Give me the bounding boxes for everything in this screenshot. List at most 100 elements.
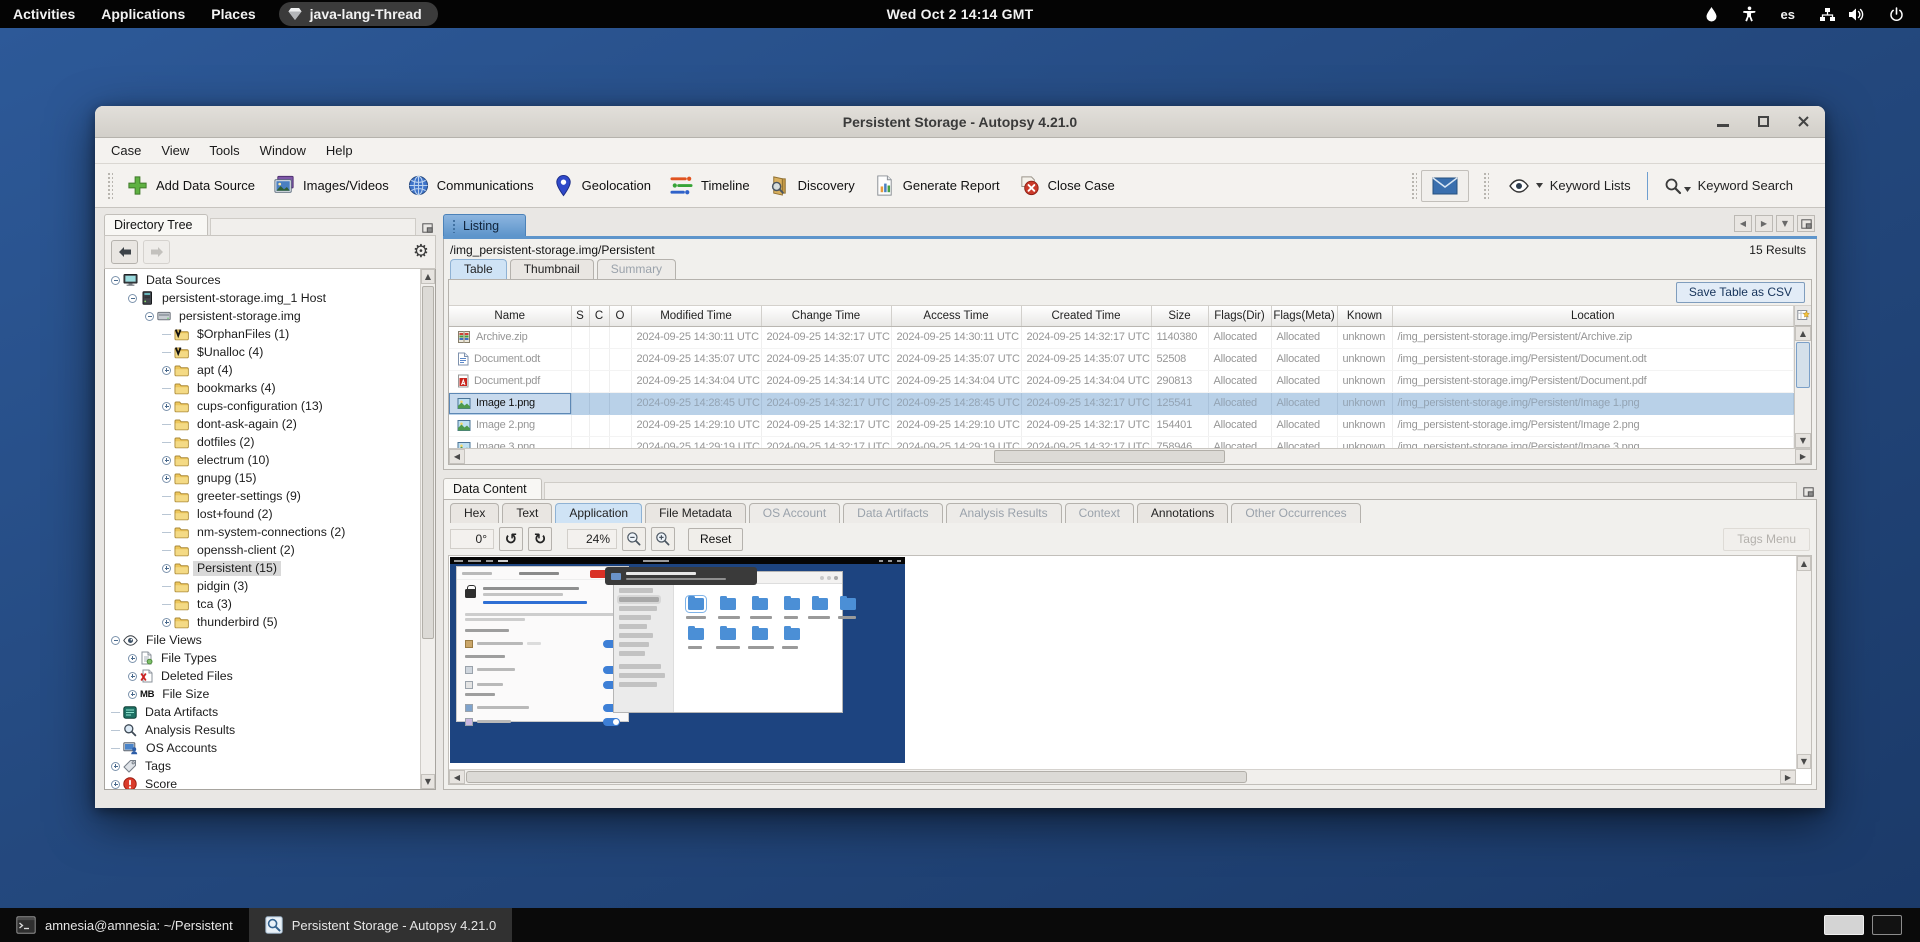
table-row-image-1-png[interactable]: Image 1.png2024-09-25 14:28:45 UTC2024-0… (449, 392, 1794, 414)
table-row-document-pdf[interactable]: Document.pdf2024-09-25 14:34:04 UTC2024-… (449, 370, 1794, 392)
toolbar-grip-2[interactable] (1411, 172, 1417, 200)
table-row-image-3-png[interactable]: Image 3.png2024-09-25 14:29:19 UTC2024-0… (449, 436, 1794, 448)
zoom-field[interactable]: 24% (567, 529, 617, 549)
toolbar-timeline-button[interactable]: Timeline (660, 169, 759, 202)
expand-handle-icon[interactable] (162, 366, 171, 375)
column-header-size[interactable]: Size (1151, 306, 1208, 326)
minimize-panel-icon[interactable] (422, 223, 433, 233)
tree-item-pidgin-3[interactable]: pidgin (3) (105, 577, 420, 595)
workspace-2[interactable] (1872, 915, 1902, 935)
content-tab-file-metadata[interactable]: File Metadata (645, 503, 746, 523)
view-tab-summary[interactable]: Summary (597, 259, 676, 279)
collapse-handle-icon[interactable] (128, 294, 137, 303)
tree-item-os-accounts[interactable]: OS Accounts (105, 739, 420, 757)
tree-item-unalloc-4[interactable]: $Unalloc (4) (105, 343, 420, 361)
tree-scrollbar[interactable]: ▲ ▼ (420, 269, 435, 789)
tab-scroll-right-button[interactable]: ▶ (1755, 215, 1773, 232)
toolbar-images-videos-button[interactable]: Images/Videos (264, 169, 398, 202)
scroll-down-icon[interactable]: ▼ (421, 774, 435, 789)
table-horizontal-scrollbar[interactable]: ◀ ▶ (449, 448, 1811, 464)
workspace-1[interactable] (1824, 915, 1864, 935)
maximize-button[interactable] (1755, 114, 1771, 130)
close-button[interactable] (1795, 114, 1811, 130)
tree-item-tags[interactable]: Tags (105, 757, 420, 775)
content-tab-other-occurrences[interactable]: Other Occurrences (1231, 503, 1360, 523)
column-header-access-time[interactable]: Access Time (891, 306, 1021, 326)
scroll-right-icon[interactable]: ▶ (1795, 449, 1811, 464)
table-vertical-scrollbar[interactable]: ▲ ▼ (1794, 306, 1811, 448)
scroll-down-icon[interactable]: ▼ (1795, 433, 1811, 448)
gear-icon[interactable]: ⚙ (413, 243, 429, 261)
tree-item-gnupg-15[interactable]: gnupg (15) (105, 469, 420, 487)
tags-menu-button[interactable]: Tags Menu (1723, 528, 1810, 551)
tree-item-bookmarks-4[interactable]: bookmarks (4) (105, 379, 420, 397)
tree-item-persistent-storage-img-1-host[interactable]: persistent-storage.img_1 Host (105, 289, 420, 307)
toolbar-geolocation-button[interactable]: Geolocation (543, 169, 660, 202)
collapse-handle-icon[interactable] (145, 312, 154, 321)
rotation-field[interactable]: 0° (450, 529, 494, 549)
content-tab-analysis-results[interactable]: Analysis Results (946, 503, 1062, 523)
rotate-left-button[interactable]: ↺ (499, 527, 523, 551)
content-tab-text[interactable]: Text (502, 503, 552, 523)
column-header-created-time[interactable]: Created Time (1021, 306, 1151, 326)
expand-handle-icon[interactable] (128, 690, 137, 699)
column-header-flags-dir[interactable]: Flags(Dir) (1208, 306, 1271, 326)
clock[interactable]: Wed Oct 2 14:14 GMT (887, 6, 1034, 22)
tree-item-orphanfiles-1[interactable]: $OrphanFiles (1) (105, 325, 420, 343)
expand-handle-icon[interactable] (162, 456, 171, 465)
expand-handle-icon[interactable] (162, 564, 171, 573)
topbar-menu-activities[interactable]: Activities (0, 0, 88, 28)
expand-handle-icon[interactable] (128, 672, 137, 681)
tree-item-deleted-files[interactable]: Deleted Files (105, 667, 420, 685)
menu-window[interactable]: Window (250, 139, 316, 162)
accessibility-icon[interactable] (1742, 6, 1757, 22)
tree-item-apt-4[interactable]: apt (4) (105, 361, 420, 379)
toolbar-discovery-button[interactable]: Discovery (759, 169, 864, 202)
tree-item-tca-3[interactable]: tca (3) (105, 595, 420, 613)
scroll-left-icon[interactable]: ◀ (449, 770, 465, 784)
tree-item-data-artifacts[interactable]: Data Artifacts (105, 703, 420, 721)
toolbar-close-case-button[interactable]: Close Case (1009, 169, 1124, 202)
expand-handle-icon[interactable] (111, 780, 120, 789)
tree-item-lost-found-2[interactable]: lost+found (2) (105, 505, 420, 523)
tree-item-persistent-15[interactable]: Persistent (15) (105, 559, 420, 577)
content-tab-context[interactable]: Context (1065, 503, 1134, 523)
reset-button[interactable]: Reset (688, 528, 743, 551)
keyboard-layout-indicator[interactable]: es (1781, 7, 1795, 22)
menu-help[interactable]: Help (316, 139, 363, 162)
tree-item-nm-system-connections-2[interactable]: nm-system-connections (2) (105, 523, 420, 541)
view-tab-table[interactable]: Table (450, 259, 507, 279)
column-header-known[interactable]: Known (1337, 306, 1392, 326)
keyword-lists-button[interactable]: Keyword Lists (1493, 170, 1647, 202)
tree-item-greeter-settings-9[interactable]: greeter-settings (9) (105, 487, 420, 505)
tree-item-score[interactable]: Score (105, 775, 420, 789)
content-tab-os-account[interactable]: OS Account (749, 503, 840, 523)
taskbar-item-amnesia-amnesia-persistent[interactable]: amnesia@amnesia: ~/Persistent (0, 908, 249, 942)
column-settings-button[interactable] (1795, 306, 1811, 326)
collapse-handle-icon[interactable] (111, 636, 120, 645)
inbox-button[interactable] (1421, 170, 1469, 202)
tab-scroll-left-button[interactable]: ◀ (1734, 215, 1752, 232)
expand-handle-icon[interactable] (162, 402, 171, 411)
window-titlebar[interactable]: Persistent Storage - Autopsy 4.21.0 (95, 106, 1825, 138)
maximize-panel-button[interactable] (1797, 215, 1815, 232)
toolbar-grip[interactable] (107, 172, 113, 200)
toolbar-grip-3[interactable] (1483, 172, 1489, 200)
toolbar-communications-button[interactable]: Communications (398, 169, 543, 202)
minimize-button[interactable] (1715, 114, 1731, 130)
tree-item-thunderbird-5[interactable]: thunderbird (5) (105, 613, 420, 631)
column-header-s[interactable]: S (571, 306, 589, 326)
content-tab-hex[interactable]: Hex (450, 503, 499, 523)
listing-tab[interactable]: Listing (443, 214, 526, 236)
content-tab-application[interactable]: Application (555, 503, 642, 523)
table-row-archive-zip[interactable]: Archive.zip2024-09-25 14:30:11 UTC2024-0… (449, 326, 1794, 348)
keyword-search-button[interactable]: Keyword Search (1648, 170, 1817, 202)
tree-item-dotfiles-2[interactable]: dotfiles (2) (105, 433, 420, 451)
tree-item-persistent-storage-img[interactable]: persistent-storage.img (105, 307, 420, 325)
column-header-modified-time[interactable]: Modified Time (631, 306, 761, 326)
scroll-up-icon[interactable]: ▲ (421, 269, 435, 284)
menu-case[interactable]: Case (101, 139, 151, 162)
tree-item-dont-ask-again-2[interactable]: dont-ask-again (2) (105, 415, 420, 433)
volume-icon[interactable] (1848, 7, 1865, 22)
tab-list-dropdown-button[interactable]: ▼ (1776, 215, 1794, 232)
